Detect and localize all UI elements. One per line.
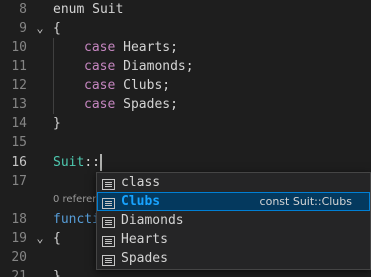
line-code: case Diamonds; — [53, 57, 194, 76]
line-number: 11 — [11, 59, 27, 74]
code-editor[interactable]: 8 enum Suit 9 ⌄ {10 case Hearts; 11 case Diamon… — [0, 0, 371, 277]
code-line[interactable]: 8 enum Suit — [0, 0, 371, 19]
code-line[interactable]: 12 case Clubs; — [0, 76, 371, 95]
enum-member-icon — [102, 253, 115, 266]
line-code: { — [53, 229, 61, 248]
code-token: case — [84, 40, 116, 55]
fold-chevron-icon[interactable]: ⌄ — [33, 19, 47, 38]
line-code: case Hearts; — [53, 38, 178, 57]
indent-guide — [53, 38, 84, 57]
indent-guide — [53, 76, 84, 95]
line-number: 20 — [11, 250, 27, 265]
code-line[interactable]: 14} — [0, 114, 371, 133]
code-line[interactable]: 10 case Hearts; — [0, 38, 371, 57]
fold-chevron-icon[interactable]: ⌄ — [33, 229, 47, 248]
code-token: case — [84, 97, 116, 112]
suggest-item[interactable]: Spades — [97, 249, 370, 268]
suggest-item-label: class — [121, 173, 160, 192]
suggest-item[interactable]: Hearts — [97, 230, 370, 249]
indent-guide — [53, 95, 84, 114]
line-code: case Spades; — [53, 95, 178, 114]
code-token: Hearts; — [115, 40, 178, 55]
code-line[interactable]: 9 ⌄ { — [0, 19, 371, 38]
line-number: 18 — [11, 212, 27, 227]
code-token: Suit — [53, 155, 85, 170]
suggest-rest-text: Diamonds — [121, 213, 184, 228]
enum-member-icon — [102, 177, 115, 190]
line-number: 13 — [11, 97, 27, 112]
code-line[interactable]: 15 — [0, 133, 371, 152]
line-number: 10 — [11, 40, 27, 55]
suggest-item-detail: const Suit::Clubs — [259, 195, 352, 208]
code-token: enum Suit — [53, 2, 124, 17]
code-token: case — [84, 59, 116, 74]
code-line[interactable]: 11 case Diamonds; — [0, 57, 371, 76]
enum-member-icon — [102, 215, 115, 228]
code-token: Spades; — [115, 97, 178, 112]
line-number: 21 — [11, 269, 27, 277]
suggest-item[interactable]: Clubs const Suit::Clubs — [97, 192, 370, 211]
suggest-item-label: Diamonds — [121, 211, 184, 230]
line-number: 15 — [11, 135, 27, 150]
suggest-rest-text: Spades — [121, 251, 168, 266]
line-number: 14 — [11, 116, 27, 131]
line-code: Suit:: — [53, 153, 102, 172]
line-code: case Clubs; — [53, 76, 170, 95]
suggest-item-label: Clubs — [121, 192, 160, 211]
suggest-rest-text: Hearts — [121, 232, 168, 247]
code-line[interactable]: 13 case Spades; — [0, 95, 371, 114]
suggest-item[interactable]: Diamonds — [97, 211, 370, 230]
line-number: 19 — [11, 231, 27, 246]
suggest-item-label: Spades — [121, 249, 168, 268]
enum-member-icon — [102, 196, 115, 209]
suggest-widget[interactable]: classClubs const Suit::ClubsDiamondsHeart… — [96, 172, 371, 270]
line-number: 9 — [19, 21, 27, 36]
code-token: Clubs; — [115, 78, 171, 93]
enum-member-icon — [102, 234, 115, 247]
line-number: 12 — [11, 78, 27, 93]
indent-guide — [53, 57, 84, 76]
code-token: :: — [84, 155, 100, 170]
text-cursor — [99, 154, 102, 171]
line-code: enum Suit — [53, 0, 123, 19]
line-code: { — [53, 19, 61, 38]
code-token: } — [53, 269, 61, 277]
line-code: } — [53, 114, 61, 133]
code-token: { — [53, 231, 61, 246]
line-number: 16 — [11, 155, 27, 170]
suggest-match-text: Clubs — [121, 194, 161, 209]
suggest-rest-text: class — [121, 175, 161, 190]
line-number: 8 — [19, 2, 27, 17]
line-number: 17 — [11, 174, 27, 189]
suggest-item-label: Hearts — [121, 230, 168, 249]
code-token: Diamonds; — [115, 59, 194, 74]
code-line[interactable]: 16 Suit:: — [0, 153, 371, 172]
code-token: { — [53, 21, 61, 36]
suggest-item[interactable]: class — [97, 173, 370, 192]
line-code: } — [53, 267, 61, 277]
code-token: case — [84, 78, 116, 93]
code-token: } — [53, 116, 61, 131]
